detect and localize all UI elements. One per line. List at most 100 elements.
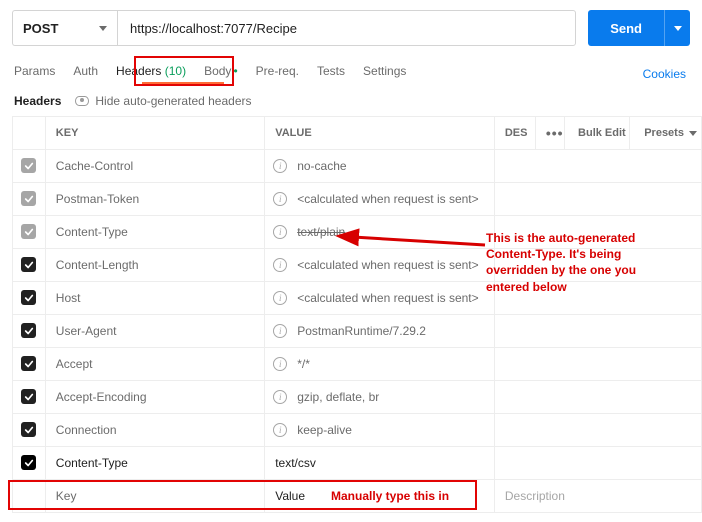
header-key-cell[interactable]: Accept [45,348,264,381]
table-row: Postman-Tokeni<calculated when request i… [13,183,702,216]
new-header-row[interactable]: KeyValueDescription [13,480,702,513]
header-desc-cell[interactable] [494,216,701,249]
presets-label: Presets [644,127,684,139]
request-tabs: Params Auth Headers (10) Body Pre-req. T… [0,56,702,84]
table-row: Accepti*/* [13,348,702,381]
header-value-cell[interactable]: text/csv [265,447,495,480]
header-value-cell[interactable]: i<calculated when request is sent> [265,249,495,282]
header-key-cell[interactable]: Content-Length [45,249,264,282]
send-button-group: Send [588,10,690,46]
table-row: Cache-Controlino-cache [13,150,702,183]
header-value-cell[interactable]: ikeep-alive [265,414,495,447]
row-checkbox[interactable] [21,257,36,272]
row-checkbox[interactable] [21,158,36,173]
row-checkbox[interactable] [21,290,36,305]
header-value-cell[interactable]: i*/* [265,348,495,381]
header-key-cell[interactable]: Content-Type [45,447,264,480]
header-desc-cell[interactable] [494,447,701,480]
request-url-input[interactable] [117,10,576,46]
eye-off-icon [75,96,89,106]
col-key: KEY [45,117,264,150]
column-options-button[interactable]: ••• [535,117,564,150]
bulk-edit-button[interactable]: Bulk Edit [564,117,630,150]
header-key-cell[interactable]: Cache-Control [45,150,264,183]
new-desc-input[interactable]: Description [494,480,701,513]
header-desc-cell[interactable] [494,348,701,381]
header-key-cell[interactable]: Host [45,282,264,315]
header-desc-cell[interactable] [494,150,701,183]
tab-tests[interactable]: Tests [317,64,345,84]
table-row: Content-Typetext/csv [13,447,702,480]
new-value-input[interactable]: Value [265,480,495,513]
header-value-cell[interactable]: igzip, deflate, br [265,381,495,414]
headers-title: Headers [14,94,61,108]
presets-button[interactable]: Presets [630,117,702,150]
new-key-input[interactable]: Key [45,480,264,513]
table-row: Hosti<calculated when request is sent> [13,282,702,315]
info-icon: i [273,357,287,371]
header-key-cell[interactable]: Postman-Token [45,183,264,216]
tab-prereq[interactable]: Pre-req. [256,64,299,84]
tab-headers[interactable]: Headers (10) [116,64,186,84]
header-desc-cell[interactable] [494,381,701,414]
http-method-value: POST [23,21,58,36]
col-checkbox [13,117,46,150]
info-icon: i [273,390,287,404]
headers-count: (10) [165,64,186,78]
row-checkbox[interactable] [21,191,36,206]
header-value-cell[interactable]: i<calculated when request is sent> [265,282,495,315]
send-button[interactable]: Send [588,10,664,46]
tab-body[interactable]: Body [204,64,238,84]
chevron-down-icon [674,26,682,31]
header-desc-cell[interactable] [494,414,701,447]
info-icon: i [273,159,287,173]
row-checkbox[interactable] [21,455,36,470]
header-value-cell[interactable]: ino-cache [265,150,495,183]
info-icon: i [273,423,287,437]
tab-params[interactable]: Params [14,64,55,84]
info-icon: i [273,258,287,272]
cookies-link[interactable]: Cookies [643,67,690,81]
http-method-select[interactable]: POST [12,10,117,46]
row-checkbox[interactable] [21,224,36,239]
request-bar: POST Send [0,0,702,56]
info-icon: i [273,192,287,206]
header-key-cell[interactable]: Accept-Encoding [45,381,264,414]
toggle-auto-headers-label: Hide auto-generated headers [95,94,251,108]
table-header-row: KEY VALUE DES ••• Bulk Edit Presets [13,117,702,150]
header-desc-cell[interactable] [494,315,701,348]
row-checkbox[interactable] [21,389,36,404]
header-value-cell[interactable]: iPostmanRuntime/7.29.2 [265,315,495,348]
tab-label: Headers [116,64,161,78]
toggle-auto-headers[interactable]: Hide auto-generated headers [75,94,251,108]
headers-sub-bar: Headers Hide auto-generated headers [0,84,702,116]
col-desc: DES [494,117,535,150]
info-icon: i [273,291,287,305]
table-row: Content-Lengthi<calculated when request … [13,249,702,282]
tab-auth[interactable]: Auth [73,64,98,84]
header-key-cell[interactable]: Content-Type [45,216,264,249]
chevron-down-icon [689,131,697,136]
row-checkbox[interactable] [21,356,36,371]
row-checkbox[interactable] [21,323,36,338]
table-row: Connectionikeep-alive [13,414,702,447]
info-icon: i [273,225,287,239]
header-desc-cell[interactable] [494,282,701,315]
info-icon: i [273,324,287,338]
tab-settings[interactable]: Settings [363,64,406,84]
header-value-cell[interactable]: itext/plain [265,216,495,249]
header-desc-cell[interactable] [494,249,701,282]
header-key-cell[interactable]: Connection [45,414,264,447]
headers-table: KEY VALUE DES ••• Bulk Edit Presets Cach… [12,116,702,513]
table-row: User-AgentiPostmanRuntime/7.29.2 [13,315,702,348]
send-options-button[interactable] [664,10,690,46]
chevron-down-icon [99,26,107,31]
col-value: VALUE [265,117,495,150]
active-tab-underline [142,82,224,84]
header-value-cell[interactable]: i<calculated when request is sent> [265,183,495,216]
row-checkbox[interactable] [21,422,36,437]
table-row: Content-Typeitext/plain [13,216,702,249]
header-key-cell[interactable]: User-Agent [45,315,264,348]
header-desc-cell[interactable] [494,183,701,216]
table-row: Accept-Encodingigzip, deflate, br [13,381,702,414]
